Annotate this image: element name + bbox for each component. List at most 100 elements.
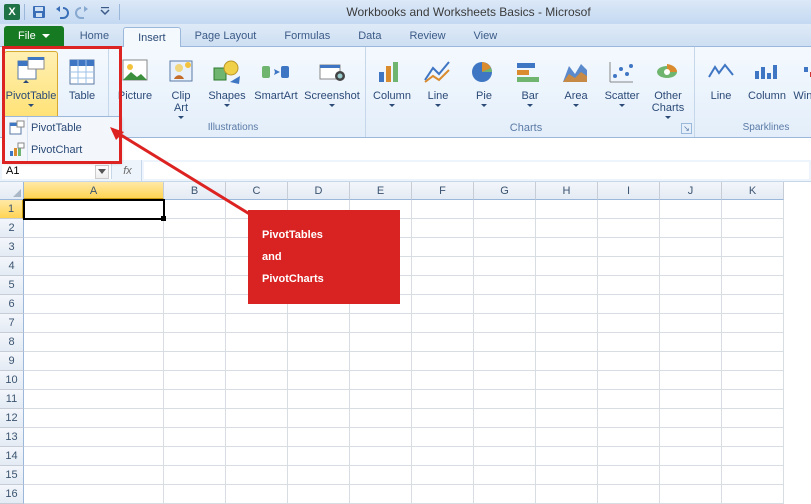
cell[interactable]	[412, 428, 474, 447]
cell[interactable]	[598, 466, 660, 485]
cell[interactable]	[722, 257, 784, 276]
cell[interactable]	[536, 390, 598, 409]
cell[interactable]	[350, 409, 412, 428]
row-header[interactable]: 8	[0, 333, 24, 352]
cell[interactable]	[598, 333, 660, 352]
sparkline-column-button[interactable]: Column	[745, 51, 789, 121]
cell[interactable]	[598, 238, 660, 257]
cell[interactable]	[24, 238, 164, 257]
cell[interactable]	[164, 485, 226, 504]
cell[interactable]	[412, 200, 474, 219]
cell[interactable]	[536, 371, 598, 390]
cell[interactable]	[412, 295, 474, 314]
row-header[interactable]: 15	[0, 466, 24, 485]
column-header[interactable]: G	[474, 182, 536, 200]
cell[interactable]	[598, 200, 660, 219]
column-header[interactable]: A	[24, 182, 164, 200]
pivottable-menuitem[interactable]: PivotTable	[3, 117, 119, 139]
sparkline-line-button[interactable]: Line	[699, 51, 743, 121]
cell[interactable]	[598, 352, 660, 371]
cell[interactable]	[722, 485, 784, 504]
cell[interactable]	[350, 333, 412, 352]
cell[interactable]	[164, 390, 226, 409]
cell[interactable]	[474, 295, 536, 314]
row-header[interactable]: 10	[0, 371, 24, 390]
scatter-chart-button[interactable]: Scatter	[600, 51, 644, 121]
cell[interactable]	[598, 276, 660, 295]
column-header[interactable]: K	[722, 182, 784, 200]
cell[interactable]	[412, 390, 474, 409]
cell[interactable]	[226, 428, 288, 447]
cell[interactable]	[24, 352, 164, 371]
cell[interactable]	[164, 428, 226, 447]
cell[interactable]	[412, 219, 474, 238]
row-header[interactable]: 14	[0, 447, 24, 466]
row-header[interactable]: 9	[0, 352, 24, 371]
cell[interactable]	[660, 276, 722, 295]
area-chart-button[interactable]: Area	[554, 51, 598, 121]
cell[interactable]	[598, 409, 660, 428]
tab-view[interactable]: View	[460, 26, 512, 46]
cell[interactable]	[24, 371, 164, 390]
cell[interactable]	[412, 352, 474, 371]
cell[interactable]	[722, 409, 784, 428]
cell[interactable]	[474, 390, 536, 409]
cell[interactable]	[474, 485, 536, 504]
cell[interactable]	[660, 333, 722, 352]
cell[interactable]	[350, 390, 412, 409]
cell[interactable]	[660, 466, 722, 485]
cell[interactable]	[722, 428, 784, 447]
cell[interactable]	[226, 352, 288, 371]
column-header[interactable]: I	[598, 182, 660, 200]
cell[interactable]	[598, 485, 660, 504]
cell[interactable]	[226, 371, 288, 390]
cell[interactable]	[226, 390, 288, 409]
cell[interactable]	[164, 371, 226, 390]
row-header[interactable]: 1	[0, 200, 24, 219]
cell[interactable]	[24, 257, 164, 276]
sparkline-winloss-button[interactable]: Win/Loss	[791, 51, 811, 121]
cell[interactable]	[288, 390, 350, 409]
cell[interactable]	[288, 409, 350, 428]
cell[interactable]	[722, 238, 784, 257]
column-header[interactable]: H	[536, 182, 598, 200]
cell[interactable]	[164, 409, 226, 428]
cell[interactable]	[24, 485, 164, 504]
clipart-button[interactable]: Clip Art	[159, 51, 203, 121]
row-header[interactable]: 3	[0, 238, 24, 257]
cell[interactable]	[474, 314, 536, 333]
row-header[interactable]: 6	[0, 295, 24, 314]
excel-icon[interactable]: X	[4, 4, 20, 20]
bar-chart-button[interactable]: Bar	[508, 51, 552, 121]
cell[interactable]	[24, 276, 164, 295]
cell[interactable]	[164, 295, 226, 314]
cell[interactable]	[412, 238, 474, 257]
cell[interactable]	[412, 371, 474, 390]
cell[interactable]	[412, 276, 474, 295]
cell[interactable]	[722, 219, 784, 238]
cell[interactable]	[164, 333, 226, 352]
cell[interactable]	[722, 295, 784, 314]
row-header[interactable]: 13	[0, 428, 24, 447]
row-header[interactable]: 11	[0, 390, 24, 409]
cell[interactable]	[24, 409, 164, 428]
row-header[interactable]: 12	[0, 409, 24, 428]
cell[interactable]	[536, 200, 598, 219]
cell[interactable]	[722, 466, 784, 485]
cell[interactable]	[350, 314, 412, 333]
row-header[interactable]: 2	[0, 219, 24, 238]
cell[interactable]	[24, 295, 164, 314]
cell[interactable]	[164, 238, 226, 257]
cell[interactable]	[536, 295, 598, 314]
cell[interactable]	[474, 276, 536, 295]
cell[interactable]	[412, 447, 474, 466]
table-button[interactable]: Table	[60, 51, 104, 121]
tab-data[interactable]: Data	[344, 26, 395, 46]
cell[interactable]	[536, 485, 598, 504]
cell[interactable]	[536, 314, 598, 333]
cell[interactable]	[722, 276, 784, 295]
cell[interactable]	[164, 447, 226, 466]
qat-customize-icon[interactable]	[95, 2, 115, 22]
cell[interactable]	[24, 200, 164, 219]
cell[interactable]	[660, 447, 722, 466]
